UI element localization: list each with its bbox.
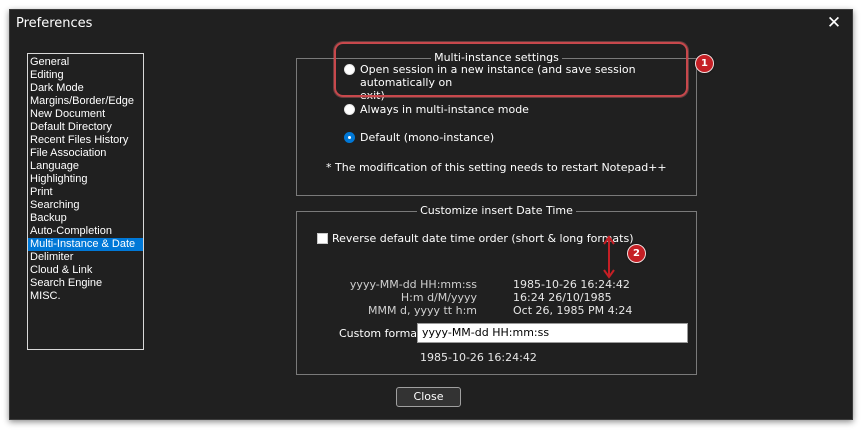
sidebar-item-delimiter[interactable]: Delimiter (28, 251, 143, 264)
radio-always-multi-label: Always in multi-instance mode (360, 103, 529, 116)
sidebar-item-default-directory[interactable]: Default Directory (28, 121, 143, 134)
sidebar-item-general[interactable]: General (28, 56, 143, 69)
format-example-3: Oct 26, 1985 PM 4:24 (513, 304, 633, 317)
radio-default-mono-label: Default (mono-instance) (360, 131, 495, 144)
annotation-badge-2: 2 (627, 244, 646, 263)
annotation-highlight-box (334, 42, 688, 97)
format-pattern-1: yyyy-MM-dd HH:mm:ss (349, 278, 477, 291)
sidebar-item-file-association[interactable]: File Association (28, 147, 143, 160)
sidebar-item-auto-completion[interactable]: Auto-Completion (28, 225, 143, 238)
custom-format-input[interactable]: yyyy-MM-dd HH:mm:ss (417, 323, 688, 343)
sidebar-item-search-engine[interactable]: Search Engine (28, 277, 143, 290)
sidebar-item-recent-files[interactable]: Recent Files History (28, 134, 143, 147)
format-pattern-2: H:m d/M/yyyy (400, 291, 477, 304)
sidebar-item-new-document[interactable]: New Document (28, 108, 143, 121)
custom-format-preview: 1985-10-26 16:24:42 (420, 351, 537, 364)
format-pattern-3: MMM d, yyyy tt h:m (368, 304, 477, 317)
sidebar-item-cloud-link[interactable]: Cloud & Link (28, 264, 143, 277)
double-arrow-icon (603, 235, 615, 279)
close-icon[interactable]: ✕ (824, 13, 844, 33)
window-title: Preferences (16, 16, 93, 31)
radio-default-mono-circle[interactable] (344, 132, 355, 143)
sidebar-item-backup[interactable]: Backup (28, 212, 143, 225)
sidebar-item-misc[interactable]: MISC. (28, 290, 143, 303)
sidebar-item-print[interactable]: Print (28, 186, 143, 199)
title-bar[interactable]: Preferences ✕ (10, 10, 852, 38)
sidebar-item-editing[interactable]: Editing (28, 69, 143, 82)
custom-format-label: Custom format: (339, 327, 426, 340)
radio-always-multi-circle[interactable] (344, 104, 355, 115)
sidebar-item-multi-instance[interactable]: Multi-Instance & Date (28, 238, 143, 251)
reverse-order-checkbox-row[interactable]: Reverse default date time order (short &… (317, 232, 633, 245)
sidebar-item-dark-mode[interactable]: Dark Mode (28, 82, 143, 95)
reverse-order-label: Reverse default date time order (short &… (332, 232, 634, 245)
annotation-badge-1: 1 (695, 54, 714, 73)
restart-note: * The modification of this setting needs… (326, 161, 667, 174)
format-example-2: 16:24 26/10/1985 (513, 291, 612, 304)
preferences-dialog: Preferences ✕ General Editing Dark Mode … (9, 9, 853, 420)
sidebar-item-highlighting[interactable]: Highlighting (28, 173, 143, 186)
sidebar-item-searching[interactable]: Searching (28, 199, 143, 212)
radio-default-mono[interactable]: Default (mono-instance) (344, 131, 494, 144)
sidebar-item-language[interactable]: Language (28, 160, 143, 173)
close-button[interactable]: Close (396, 387, 461, 407)
reverse-order-checkbox[interactable] (317, 233, 328, 244)
radio-always-multi[interactable]: Always in multi-instance mode (344, 103, 529, 116)
format-example-1: 1985-10-26 16:24:42 (513, 278, 630, 291)
category-list[interactable]: General Editing Dark Mode Margins/Border… (27, 53, 144, 350)
date-time-group-title: Customize insert Date Time (417, 204, 576, 217)
sidebar-item-margins[interactable]: Margins/Border/Edge (28, 95, 143, 108)
